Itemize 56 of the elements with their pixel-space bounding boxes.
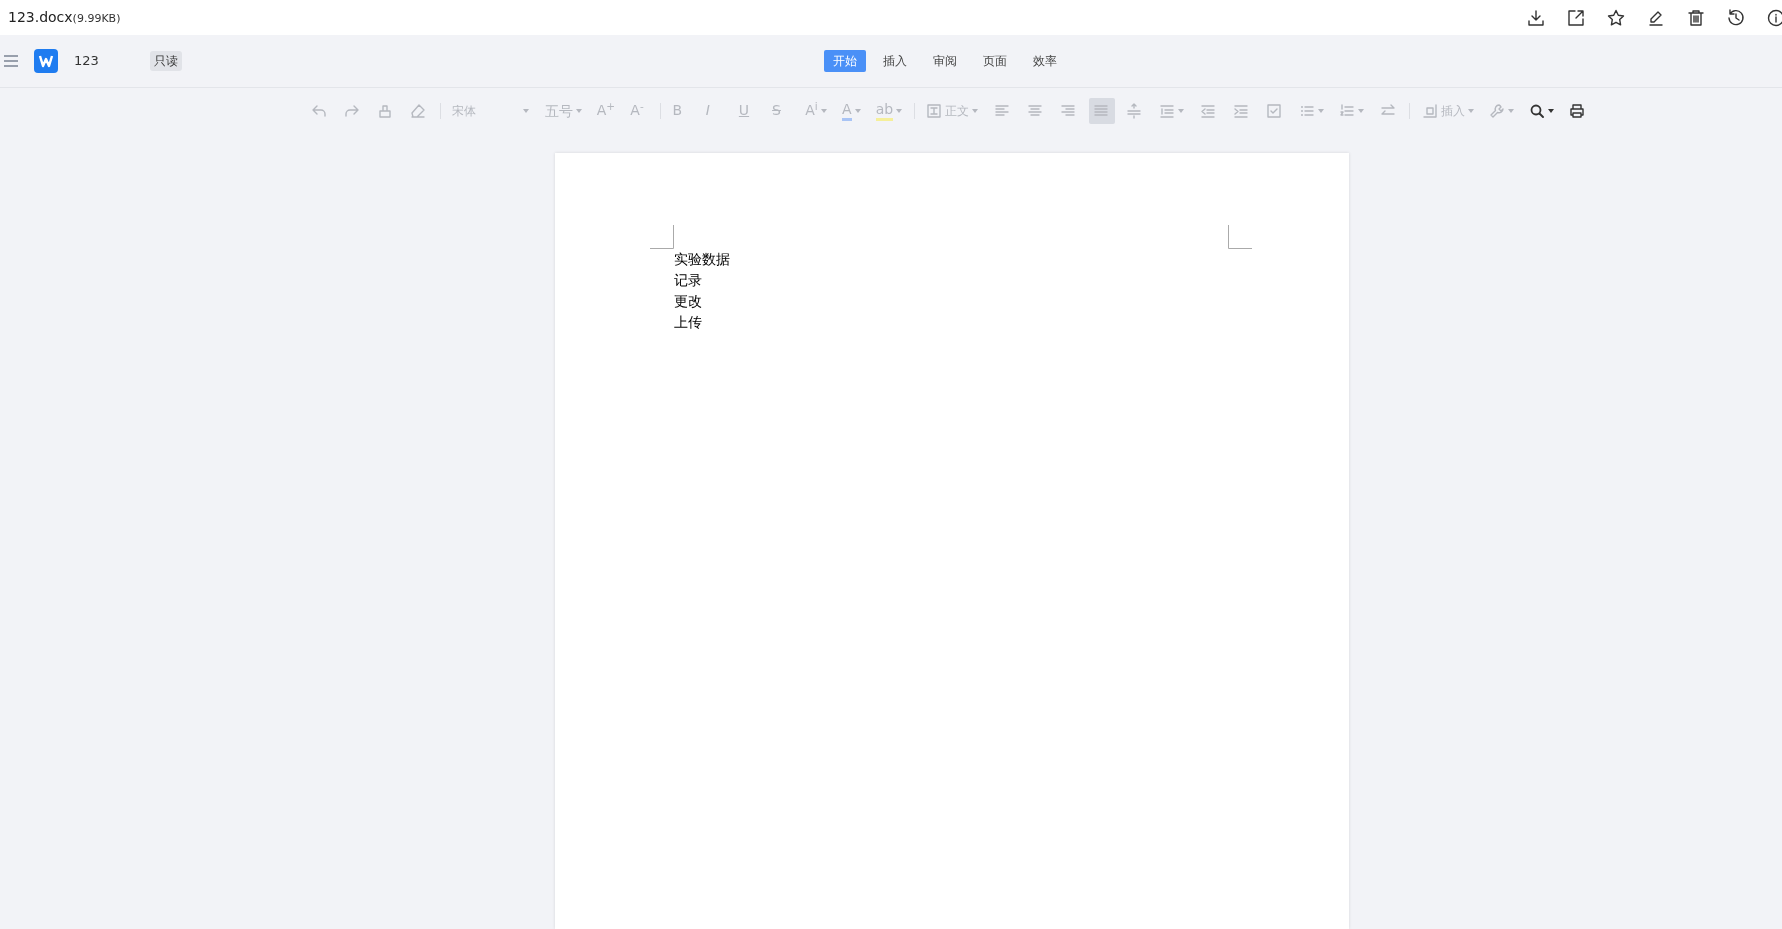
download-icon	[1527, 9, 1545, 28]
checkbox-icon	[1266, 103, 1283, 119]
search-icon	[1529, 103, 1546, 119]
align-left-icon	[993, 103, 1010, 119]
wrench-icon	[1488, 103, 1505, 119]
history-icon	[1727, 9, 1745, 28]
insert-icon	[1421, 103, 1438, 119]
read-only-badge: 只读	[150, 51, 182, 71]
menu-icon[interactable]	[4, 55, 18, 67]
justify-icon	[1093, 103, 1110, 119]
caret-icon	[1548, 109, 1555, 113]
ribbon-tab[interactable]: 页面	[974, 50, 1016, 72]
line-spacing-icon	[1126, 103, 1143, 119]
ribbon-tab[interactable]: 效率	[1024, 50, 1066, 72]
caret-icon	[1507, 109, 1514, 113]
caret-icon	[1178, 109, 1185, 113]
indent-icon	[1232, 103, 1249, 119]
ribbon-tab[interactable]: 审阅	[924, 50, 966, 72]
info-icon	[1767, 9, 1782, 28]
caret-icon	[854, 109, 861, 113]
document-title: 123	[74, 52, 100, 71]
bullet-list-icon	[1299, 103, 1316, 119]
redo-icon	[343, 103, 360, 119]
caret-icon	[820, 109, 827, 113]
star-icon	[1607, 9, 1625, 28]
print-icon	[1569, 103, 1586, 119]
file-name: 123.docx	[8, 8, 73, 27]
numbered-list-icon	[1339, 103, 1356, 119]
ribbon-tab[interactable]: 插入	[874, 50, 916, 72]
outdent-icon	[1199, 103, 1216, 119]
caret-icon	[1467, 109, 1474, 113]
paragraph-spacing-icon	[1159, 103, 1176, 119]
caret-icon	[972, 109, 979, 113]
document-text-line: 实验数据	[674, 250, 730, 269]
file-size: (9.99KB)	[72, 12, 121, 27]
eraser-icon	[410, 103, 427, 119]
caret-icon	[896, 109, 903, 113]
undo-icon	[310, 103, 327, 119]
paragraph-style-icon	[926, 103, 943, 119]
document-text-line: 上传	[674, 313, 703, 332]
external-link-icon	[1567, 9, 1585, 28]
caret-icon	[575, 109, 582, 113]
document-text-line: 记录	[674, 271, 703, 290]
crop-mark	[650, 225, 674, 249]
crop-mark	[1228, 225, 1252, 249]
format-painter-icon	[376, 103, 393, 119]
trash-icon	[1687, 9, 1705, 28]
document-text-line: 更改	[674, 292, 703, 311]
align-right-icon	[1059, 103, 1076, 119]
caret-icon	[1358, 109, 1365, 113]
caret-icon	[1318, 109, 1325, 113]
logo-icon	[34, 49, 58, 73]
pencil-icon	[1647, 9, 1665, 28]
caret-icon	[523, 109, 530, 113]
align-center-icon	[1026, 103, 1043, 119]
ribbon-tab[interactable]: 开始	[824, 50, 866, 72]
